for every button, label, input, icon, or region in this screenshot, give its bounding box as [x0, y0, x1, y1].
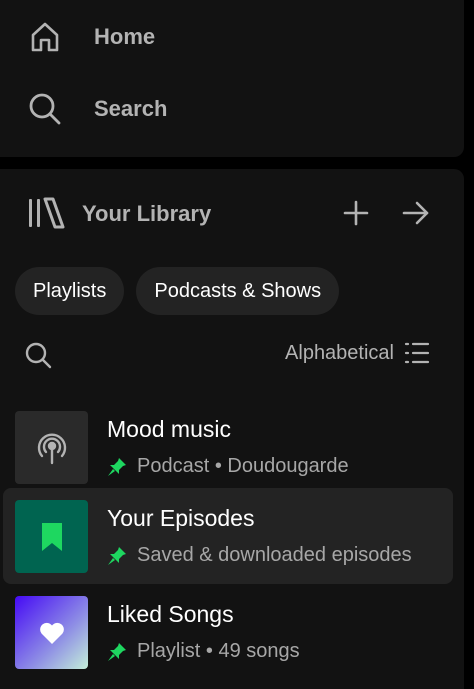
library-icon[interactable]	[26, 195, 66, 231]
list-item[interactable]: Mood music Podcast • Doudougarde	[3, 399, 453, 495]
plus-icon	[343, 200, 369, 226]
search-icon	[25, 342, 52, 369]
podcast-icon	[15, 411, 88, 484]
sort-label: Alphabetical	[285, 341, 394, 364]
library-title[interactable]: Your Library	[82, 201, 211, 227]
arrow-right-icon	[402, 201, 429, 225]
nav-search-label: Search	[94, 96, 168, 121]
nav-home-label: Home	[94, 24, 156, 49]
create-playlist-button[interactable]	[338, 195, 374, 231]
nav-panel: Home Search	[0, 0, 464, 157]
expand-library-button[interactable]	[398, 195, 434, 231]
pin-icon	[107, 642, 127, 662]
bookmark-icon	[15, 500, 88, 573]
filter-chips: Playlists Podcasts & Shows	[15, 267, 340, 315]
list-item[interactable]: Your Episodes Saved & downloaded episode…	[3, 488, 453, 584]
item-title: Mood music	[107, 416, 231, 442]
item-subtitle: Playlist • 49 songs	[107, 640, 300, 663]
pin-icon	[107, 457, 127, 477]
list-item[interactable]: Liked Songs Playlist • 49 songs	[3, 584, 453, 680]
home-icon	[26, 18, 64, 56]
sort-row: Alphabetical	[0, 337, 464, 373]
item-subtitle-text: Saved & downloaded episodes	[137, 544, 412, 566]
item-title: Your Episodes	[107, 505, 255, 531]
list-icon	[404, 342, 430, 364]
item-title: Liked Songs	[107, 601, 234, 627]
item-subtitle: Podcast • Doudougarde	[107, 455, 349, 478]
chip-playlists[interactable]: Playlists	[15, 267, 125, 315]
sort-button[interactable]: Alphabetical	[285, 341, 430, 365]
item-subtitle-text: Playlist • 49 songs	[137, 640, 300, 662]
item-subtitle-text: Podcast • Doudougarde	[137, 455, 349, 477]
heart-icon	[15, 596, 88, 669]
pin-icon	[107, 546, 127, 566]
library-header: Your Library	[0, 191, 464, 235]
library-search-button[interactable]	[24, 341, 54, 371]
chip-podcasts-shows[interactable]: Podcasts & Shows	[136, 267, 340, 315]
search-icon	[26, 90, 64, 128]
item-subtitle: Saved & downloaded episodes	[107, 544, 412, 567]
library-panel: Your Library Playlists Podcasts & Shows …	[0, 169, 464, 689]
